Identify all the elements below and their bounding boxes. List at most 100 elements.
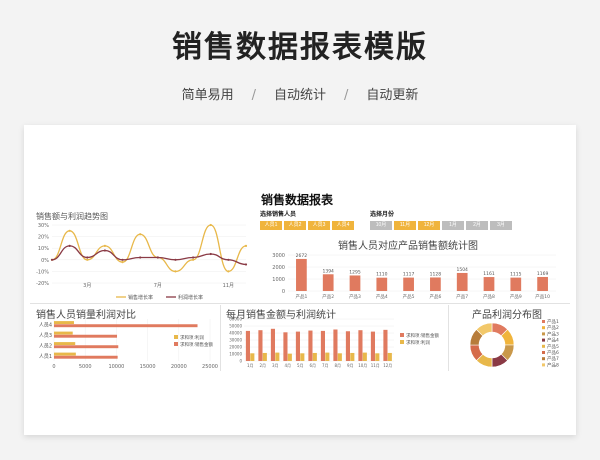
x-tick-label: 8月 <box>334 363 341 368</box>
data-label: 1169 <box>537 271 549 277</box>
legend-label: 销售增长率 <box>128 294 153 301</box>
y-tick-label: 10000 <box>229 352 242 357</box>
person-chip-4[interactable]: 人员4 <box>332 221 354 230</box>
month-chip-1[interactable]: 1月 <box>442 221 464 230</box>
y-tick-label: 30000 <box>229 338 242 343</box>
dashboard-card: 销售数据报表 销售额与利润趋势图 -20% -10% 0% 10% 20% 30% 3月 7月… <box>24 125 576 435</box>
bar <box>262 352 267 361</box>
legend-label: 求和项:利润 <box>180 334 205 341</box>
month-chip-2[interactable]: 2月 <box>466 221 488 230</box>
data-point <box>174 258 177 261</box>
hero-title: 销售数据报表模版 <box>172 30 428 65</box>
x-tick-label: 11月 <box>371 363 380 368</box>
bar <box>370 331 375 361</box>
x-tick-label: 5000 <box>79 364 92 370</box>
y-tick-label: 60000 <box>229 317 242 322</box>
data-label: 1115 <box>510 272 522 278</box>
legend-label: 求和项:利润 <box>406 339 431 346</box>
month-chip-3[interactable]: 3月 <box>490 221 512 230</box>
person-chip-2[interactable]: 人员2 <box>284 221 306 230</box>
month-selector-label: 选择月份 <box>370 211 395 218</box>
legend-swatch <box>542 357 545 361</box>
bar <box>350 352 355 361</box>
bar <box>54 331 73 335</box>
data-label: 1110 <box>376 272 388 278</box>
bar <box>283 332 288 361</box>
bar <box>376 277 388 291</box>
x-tick-label: 2月 <box>259 363 266 368</box>
x-tick-label: 4月 <box>284 363 291 368</box>
dashboard-title: 销售数据报表 <box>261 193 334 207</box>
y-tick-label: 人员4 <box>39 322 52 328</box>
legend-swatch <box>542 344 545 348</box>
x-tick-label: 10000 <box>108 364 124 370</box>
month-chip-12[interactable]: 12月 <box>418 221 440 230</box>
legend-label: 产品8 <box>547 361 559 368</box>
bar <box>358 330 363 361</box>
x-tick-label: 7月 <box>322 363 329 368</box>
x-tick-label: 产品3 <box>349 293 361 300</box>
bar <box>325 352 330 361</box>
bar <box>250 353 255 361</box>
data-label: 1161 <box>483 271 495 277</box>
person-chip-1[interactable]: 人员1 <box>260 221 282 230</box>
x-tick-label: 3月 <box>272 363 279 368</box>
y-tick-label: 20% <box>38 235 49 241</box>
series-line <box>51 245 247 266</box>
bar <box>258 330 263 361</box>
x-tick-label: 3月 <box>83 283 91 289</box>
y-tick-label: -20% <box>36 281 49 287</box>
bar <box>510 277 522 291</box>
y-tick-label: 50000 <box>229 324 242 329</box>
x-tick-label: 12月 <box>383 363 392 368</box>
legend-label: 产品6 <box>547 349 559 356</box>
data-point <box>244 263 248 266</box>
y-tick-label: 40000 <box>229 331 242 336</box>
product-chart-title: 销售人员对应产品销售额统计图 <box>338 241 478 252</box>
bar <box>308 330 313 361</box>
legend-swatch <box>542 332 545 336</box>
legend-label: 产品5 <box>547 343 559 350</box>
bar <box>275 352 280 361</box>
data-point <box>174 270 177 273</box>
data-point <box>103 244 107 247</box>
bar <box>54 345 119 349</box>
x-tick-label: 15000 <box>140 364 156 370</box>
bar <box>312 352 317 361</box>
data-point <box>156 256 159 259</box>
feature-auto-update: 自动更新 <box>366 88 419 103</box>
bar <box>287 353 292 361</box>
bar <box>483 277 495 291</box>
legend-label: 产品4 <box>547 337 559 344</box>
x-tick-label: 9月 <box>347 363 354 368</box>
bar <box>54 324 198 328</box>
data-point <box>209 223 212 227</box>
y-tick-label: 人员2 <box>39 343 52 349</box>
data-point <box>68 244 71 247</box>
data-point <box>86 258 89 261</box>
separator: / <box>344 88 349 103</box>
data-point <box>244 244 248 247</box>
x-tick-label: 5月 <box>297 363 304 368</box>
data-label: 1295 <box>349 269 361 275</box>
bar <box>54 321 74 325</box>
legend-swatch <box>542 338 545 342</box>
person-chip-3[interactable]: 人员3 <box>308 221 330 230</box>
bar <box>537 276 548 291</box>
bar <box>54 334 118 338</box>
y-tick-label: 0% <box>41 258 49 264</box>
bar <box>295 331 300 361</box>
data-point <box>191 258 195 261</box>
legend-swatch <box>174 342 178 346</box>
x-tick-label: 7月 <box>154 283 162 289</box>
bar <box>387 352 392 361</box>
x-tick-label: 产品1 <box>295 293 307 300</box>
month-chip-10[interactable]: 10月 <box>370 221 392 230</box>
bar <box>349 275 361 291</box>
bar <box>54 355 118 359</box>
x-tick-label: 产品8 <box>483 293 495 300</box>
person-chart: 0 5000 10000 15000 20000 25000 人员1 人员2 人员3 人员4 求和项… <box>39 319 218 370</box>
legend-label: 产品7 <box>547 355 559 362</box>
feature-list: 简单易用 / 自动统计 / 自动更新 <box>0 84 600 103</box>
month-chip-11[interactable]: 11月 <box>394 221 416 230</box>
